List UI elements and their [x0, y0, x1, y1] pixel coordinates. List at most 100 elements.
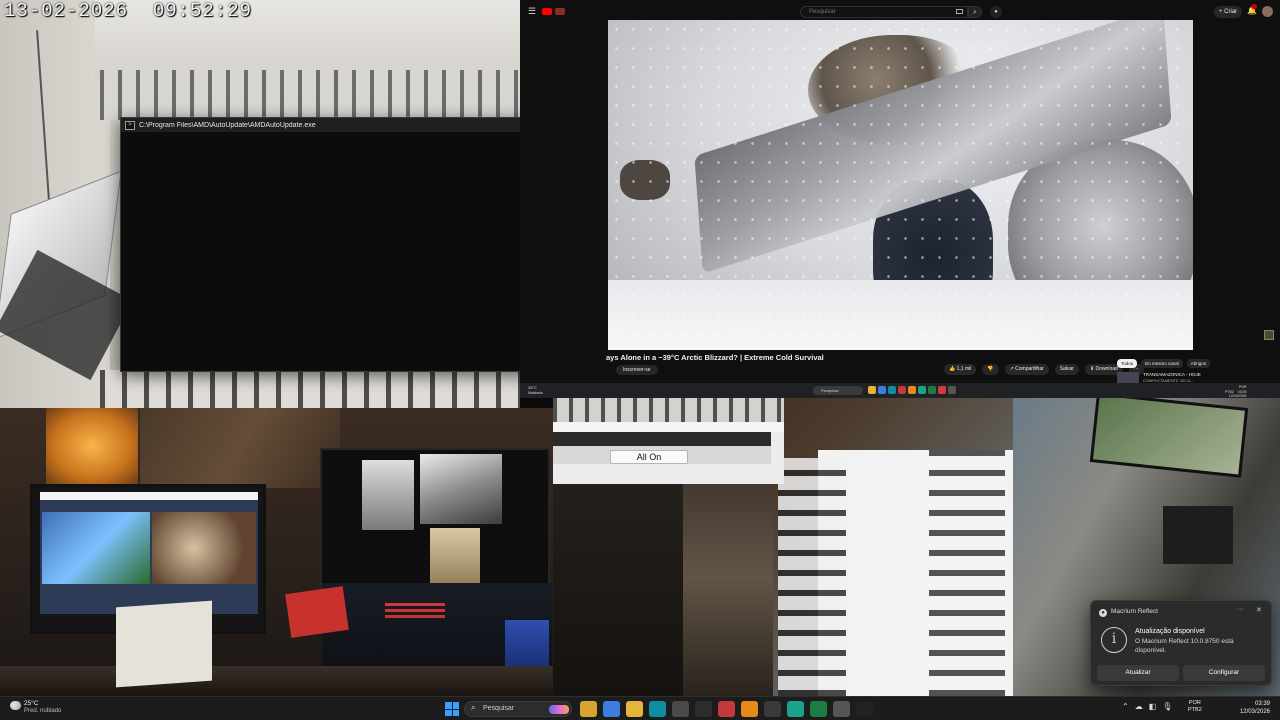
desk-calendar	[116, 600, 212, 688]
toast-title: Atualização disponível	[1135, 628, 1205, 635]
terminal-icon[interactable]	[856, 701, 873, 717]
toast-body: O Macrium Reflect 10.0.8750 está disponí…	[1135, 638, 1234, 654]
edge-icon[interactable]	[649, 701, 666, 717]
browser-window: ☰ Pesquisar ⌕ ● + Criar 🔔 ays Alone in a…	[520, 0, 1280, 398]
monitor-panel	[505, 620, 549, 670]
app-red-icon	[938, 386, 946, 394]
app-teal-icon	[918, 386, 926, 394]
camera-timestamp: 13-02-2026 09:52:29	[4, 0, 253, 22]
chrome-icon[interactable]	[603, 701, 620, 717]
calendar-icon[interactable]	[672, 701, 689, 717]
window-grille	[778, 458, 846, 696]
search-button[interactable]: ⌕	[968, 6, 982, 18]
panel-bar	[553, 432, 771, 446]
clock-date: 12/03/2026	[1239, 709, 1270, 715]
language-indicator[interactable]: POR PTB2	[1188, 700, 1202, 714]
subscribe-button[interactable]: Inscrever-se	[616, 365, 658, 375]
windows-logo-icon	[445, 709, 452, 716]
vlc-icon[interactable]	[741, 701, 758, 717]
window-grille	[929, 450, 1005, 696]
remote-taskbar: 26°C Nublado Pesquisar POR PTB2 03:39 12…	[520, 383, 1280, 398]
weather-condition[interactable]: Pred. nublado	[24, 708, 61, 714]
obs-icon[interactable]	[695, 701, 712, 717]
macrium-icon: ●	[1099, 609, 1107, 617]
notification-badge	[1251, 4, 1257, 9]
avatar[interactable]	[1262, 6, 1273, 17]
folder-icon[interactable]	[626, 701, 643, 717]
notification-toast[interactable]: ● Macrium Reflect ··· ✕ i Atualização di…	[1090, 600, 1272, 686]
remote-search-input: Pesquisar	[813, 386, 863, 395]
configure-button[interactable]: Configurar	[1183, 665, 1265, 681]
cloud-icon[interactable]	[10, 701, 21, 710]
video-player[interactable]	[608, 20, 1193, 350]
taskbar-search[interactable]: ⌕ Pesquisar	[464, 701, 572, 717]
taskbar-search-label: Pesquisar	[483, 705, 515, 712]
chip-same-channel[interactable]: Do mesmo canal	[1141, 359, 1183, 368]
chrome-icon	[878, 386, 886, 394]
weather-temperature[interactable]: 25°C	[24, 700, 39, 707]
like-button[interactable]: 👍 1,1 mil	[944, 364, 977, 375]
save-button[interactable]: Salvar	[1054, 364, 1079, 375]
app-gray-icon[interactable]	[833, 701, 850, 717]
microphone-icon[interactable]: ●	[990, 6, 1002, 18]
dislike-button[interactable]: 👎	[982, 364, 999, 375]
windows-logo-icon	[452, 709, 459, 716]
wall-screen	[1163, 506, 1233, 564]
share-button[interactable]: ↗ Compartilhar	[1004, 364, 1049, 375]
lamp	[46, 408, 138, 484]
keyboard-icon[interactable]	[956, 9, 963, 14]
search-input[interactable]: Pesquisar	[800, 6, 968, 18]
language-code: POR	[1188, 700, 1201, 706]
chip-shelters[interactable]: Abrigos	[1186, 359, 1211, 368]
app-teal-icon[interactable]	[787, 701, 804, 717]
monitor-video-thumb	[42, 512, 150, 584]
remote-app-icons	[868, 386, 956, 394]
windows-logo-icon	[452, 702, 459, 709]
clock[interactable]: 03:39 12/03/2026	[1234, 700, 1270, 716]
excel-icon	[928, 386, 936, 394]
file-explorer-icon[interactable]	[580, 701, 597, 717]
video-actions: 👍 1,1 mil 👎 ↗ Compartilhar Salvar ⬇ Down…	[944, 364, 1144, 375]
app-dark-icon[interactable]	[764, 701, 781, 717]
app-gray-icon	[948, 386, 956, 394]
monitor-image	[362, 460, 414, 530]
monitor-video-thumb	[152, 512, 256, 584]
red-box	[285, 586, 349, 638]
toast-app-name: Macrium Reflect	[1111, 608, 1158, 615]
network-icon[interactable]: ◧	[1149, 702, 1157, 711]
windows-logo-icon	[445, 702, 452, 709]
folder-icon	[868, 386, 876, 394]
search-highlight-icon	[549, 705, 569, 714]
youtube-header: ☰ Pesquisar ⌕ ● + Criar 🔔	[520, 0, 1280, 22]
create-button[interactable]: + Criar	[1214, 6, 1243, 18]
start-button[interactable]	[445, 702, 459, 716]
panel-bar	[553, 422, 784, 432]
recommendation-chips: Todos Do mesmo canal Abrigos	[1117, 359, 1211, 368]
console-icon: >	[125, 120, 135, 130]
youtube-logo-icon[interactable]	[542, 8, 552, 15]
monitor-image	[430, 528, 480, 588]
app-red-icon[interactable]	[718, 701, 735, 717]
excel-icon[interactable]	[810, 701, 827, 717]
railing	[100, 70, 520, 120]
cloud-sync-icon[interactable]: ☁	[1135, 702, 1143, 711]
chevron-up-icon[interactable]: ⌃	[1122, 702, 1129, 711]
chat-icon[interactable]	[1264, 330, 1274, 340]
taskbar: 25°C Pred. nublado ⌕ Pesquisar ⌃ ☁ ◧ 🎙 P…	[0, 696, 1280, 720]
toast-close-button[interactable]: ✕	[1256, 606, 1262, 614]
microphone-icon[interactable]: 🎙	[1162, 702, 1172, 711]
clock-time: 03:39	[1254, 701, 1270, 707]
remote-tray: POR PTB2 03:39 12/03/2026	[1225, 385, 1247, 398]
video-title: ays Alone in a −39°C Arctic Blizzard? | …	[606, 353, 824, 362]
all-on-button[interactable]: All On	[610, 450, 688, 464]
keyboard-layout: PTB2	[1188, 707, 1202, 713]
toast-more-button[interactable]: ···	[1237, 606, 1244, 613]
railing	[553, 398, 784, 422]
recommended-title[interactable]: TRANSAMAZONICA - HOJE	[1143, 372, 1201, 377]
railing	[100, 370, 520, 408]
chip-all[interactable]: Todos	[1117, 359, 1138, 368]
system-tray: ⌃ ☁ ◧ 🎙	[1122, 702, 1172, 711]
menu-icon[interactable]: ☰	[528, 6, 536, 17]
monitor-browser-bar	[40, 492, 258, 500]
update-button[interactable]: Atualizar	[1097, 665, 1179, 681]
